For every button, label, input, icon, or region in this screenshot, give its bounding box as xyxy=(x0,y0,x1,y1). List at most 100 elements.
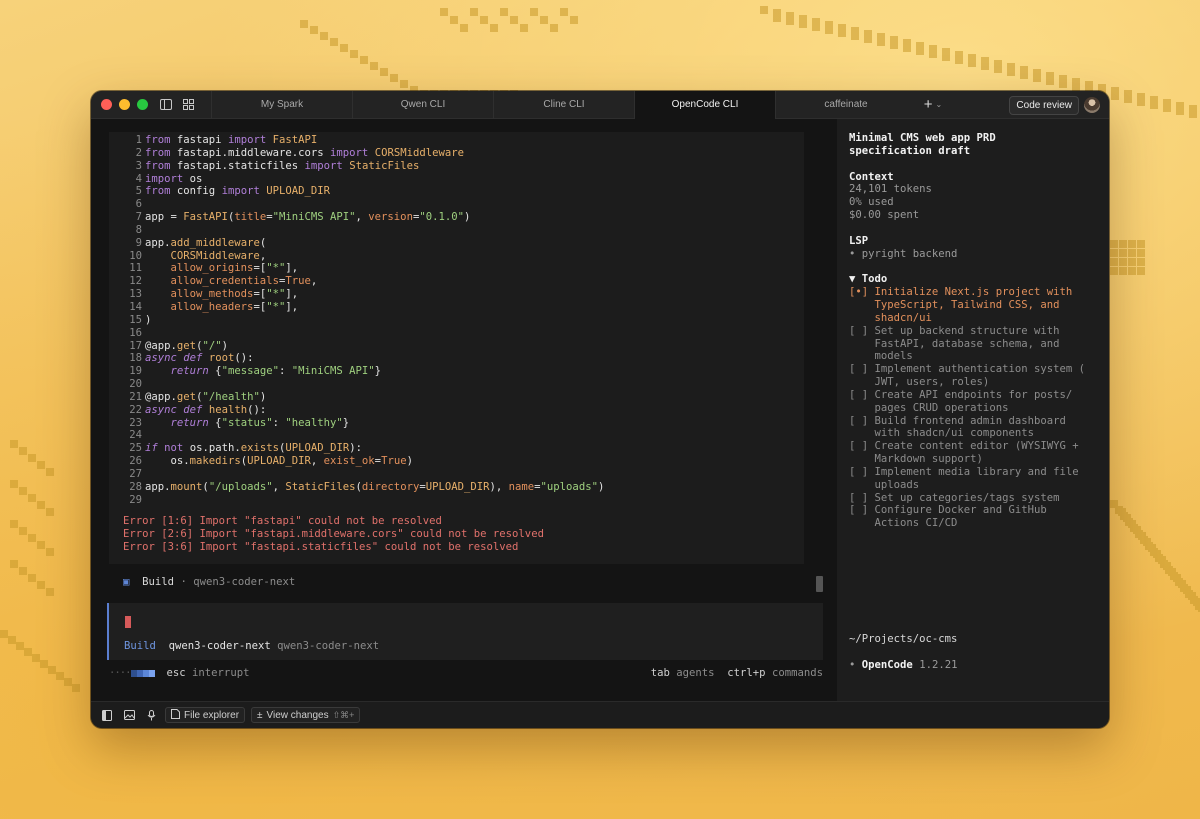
avatar[interactable] xyxy=(1084,97,1100,113)
line-text: from fastapi.staticfiles import StaticFi… xyxy=(145,159,420,172)
app-version: 1.2.21 xyxy=(919,659,958,671)
line-number: 25 xyxy=(129,442,142,455)
todo-item: [ ] Set up categories/tags system xyxy=(849,492,1109,505)
code-line: 11 allow_origins=["*"], xyxy=(109,262,604,275)
minimize-button[interactable] xyxy=(119,99,130,110)
sidebar-toggle-icon[interactable] xyxy=(155,91,177,119)
line-text: if not os.path.exists(UPLOAD_DIR): xyxy=(145,442,362,455)
image-icon[interactable] xyxy=(121,707,137,723)
line-number: 27 xyxy=(129,467,142,480)
line-text: @app.get("/health") xyxy=(145,390,267,403)
cost-spent: $0.00 spent xyxy=(849,209,920,222)
todo-line: Markdown support) xyxy=(849,453,983,466)
build-label: Build xyxy=(142,576,175,588)
tab-my-spark[interactable]: My Spark xyxy=(211,91,352,119)
line-number: 17 xyxy=(129,339,142,352)
line-number: 5 xyxy=(135,185,142,198)
terminal[interactable]: 1 from fastapi import FastAPI 2 from fastap… xyxy=(91,119,1109,701)
code-line: 23 return {"status": "healthy"} xyxy=(109,417,604,430)
code-line: 27 xyxy=(109,468,604,481)
line-number: 28 xyxy=(129,480,142,493)
view-changes-shortcut: ⇧⌘+ xyxy=(332,709,355,720)
tab-qwen-cli[interactable]: Qwen CLI xyxy=(352,91,493,119)
window-controls xyxy=(91,99,155,110)
line-number: 7 xyxy=(135,211,142,224)
context-heading: Context xyxy=(849,170,894,183)
line-text: allow_origins=["*"], xyxy=(170,262,299,275)
zoom-button[interactable] xyxy=(137,99,148,110)
grid-icon[interactable] xyxy=(177,91,199,119)
new-tab-button[interactable]: + ⌄ xyxy=(916,91,950,119)
model-name[interactable]: qwen3-coder-next xyxy=(169,640,271,652)
build-square-icon: ▣ xyxy=(123,576,130,588)
code-line: 9 app.add_middleware( xyxy=(109,237,604,250)
text-cursor xyxy=(125,616,131,628)
todo-line: [ ] Implement media library and file xyxy=(849,465,1079,478)
todo-line: [ ] Build frontend admin dashboard xyxy=(849,414,1066,427)
code-line: 22 async def health(): xyxy=(109,404,604,417)
code-line: 12 allow_credentials=True, xyxy=(109,275,604,288)
line-text: return {"status": "healthy"} xyxy=(170,416,350,429)
line-text: return {"message": "MiniCMS API"} xyxy=(170,365,382,378)
todo-item: [•] Initialize Next.js project with Type… xyxy=(849,286,1109,325)
line-text: from fastapi.middleware.cors import CORS… xyxy=(145,146,464,159)
chevron-down-icon: ⌄ xyxy=(935,100,943,109)
app-name: OpenCode xyxy=(861,659,913,671)
tab-caffeinate[interactable]: caffeinate xyxy=(775,91,916,119)
todo-line: Actions CI/CD xyxy=(849,517,958,530)
close-button[interactable] xyxy=(101,99,112,110)
code-line: 2 from fastapi.middleware.cors import COR… xyxy=(109,147,604,160)
code-line: 17 @app.get("/") xyxy=(109,340,604,353)
todo-heading[interactable]: ▼ Todo xyxy=(849,273,1109,286)
code-review-button[interactable]: Code review xyxy=(1009,96,1079,115)
code-viewer: 1 from fastapi import FastAPI 2 from fastap… xyxy=(109,132,804,564)
tab-key: tab xyxy=(650,667,670,679)
panel-toggle-icon[interactable] xyxy=(99,707,115,723)
code-lines: 1 from fastapi import FastAPI 2 from fastap… xyxy=(109,134,604,506)
tab-opencode-cli[interactable]: OpenCode CLI xyxy=(634,91,775,119)
title-bar: My Spark Qwen CLI Cline CLI OpenCode CLI… xyxy=(91,91,1109,119)
bullet: • xyxy=(849,659,856,671)
line-number: 11 xyxy=(129,262,142,275)
todo-item: [ ] Implement authentication system ( JW… xyxy=(849,363,1109,389)
code-line: 6 xyxy=(109,198,604,211)
view-changes-button[interactable]: ± View changes ⇧⌘+ xyxy=(251,707,361,723)
todo-item: [ ] Configure Docker and GitHub Actions … xyxy=(849,504,1109,530)
lsp-heading: LSP xyxy=(849,234,869,247)
progress-bars-icon xyxy=(130,669,155,677)
line-number: 19 xyxy=(129,365,142,378)
line-number: 29 xyxy=(129,493,142,506)
build-model: qwen3-coder-next xyxy=(193,576,296,588)
scrollbar-thumb[interactable] xyxy=(816,576,823,592)
error-line: Error [3:6] Import "fastapi.staticfiles"… xyxy=(123,540,519,553)
microphone-icon[interactable] xyxy=(143,707,159,723)
line-text: allow_headers=["*"], xyxy=(170,300,299,313)
line-text: from config import UPLOAD_DIR xyxy=(145,185,331,198)
mode-label[interactable]: Build xyxy=(124,640,156,652)
line-number: 24 xyxy=(129,429,142,442)
line-text: from fastapi import FastAPI xyxy=(145,134,318,146)
code-line: 13 allow_methods=["*"], xyxy=(109,288,604,301)
todo-item: [ ] Set up backend structure with FastAP… xyxy=(849,325,1109,364)
line-number: 12 xyxy=(129,275,142,288)
ctrl-p-key: ctrl+p xyxy=(727,667,766,679)
model-provider: qwen3-coder-next xyxy=(277,640,380,652)
line-text: async def root(): xyxy=(145,352,254,365)
code-line: 20 xyxy=(109,378,604,391)
line-text: CORSMiddleware, xyxy=(170,249,267,262)
session-title-2: specification draft xyxy=(849,144,971,157)
line-number: 21 xyxy=(129,390,142,403)
file-icon xyxy=(171,708,180,722)
code-line: 24 xyxy=(109,429,604,442)
code-line: 10 CORSMiddleware, xyxy=(109,250,604,263)
prompt-input[interactable]: Build qwen3-coder-next qwen3-coder-next xyxy=(107,603,823,660)
line-number: 14 xyxy=(129,300,142,313)
status-bar: File explorer ± View changes ⇧⌘+ xyxy=(91,701,1109,728)
todo-item: [ ] Create API endpoints for posts/ page… xyxy=(849,389,1109,415)
todo-line: [ ] Set up categories/tags system xyxy=(849,491,1060,504)
file-explorer-button[interactable]: File explorer xyxy=(165,707,246,723)
view-changes-label: View changes xyxy=(266,709,329,721)
todo-item: [ ] Create content editor (WYSIWYG + Mar… xyxy=(849,440,1109,466)
tab-cline-cli[interactable]: Cline CLI xyxy=(493,91,634,119)
line-number: 23 xyxy=(129,416,142,429)
